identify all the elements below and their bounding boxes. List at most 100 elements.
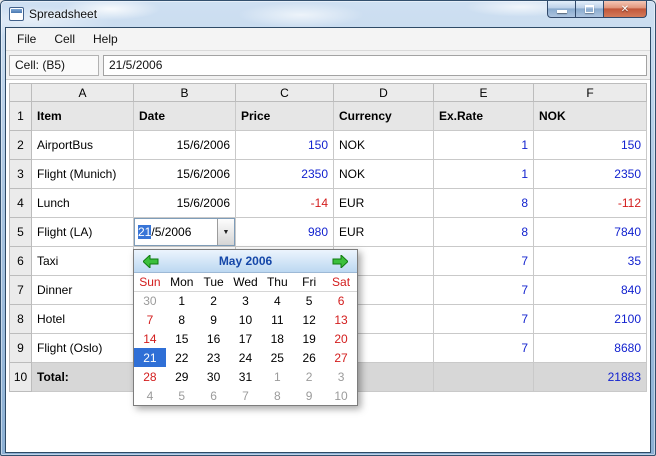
calendar-day-10-adjacent[interactable]: 10 <box>325 386 357 405</box>
calendar-day-16[interactable]: 16 <box>198 329 230 348</box>
calendar-day-4-adjacent[interactable]: 4 <box>134 386 166 405</box>
cell-F8[interactable]: 2100 <box>533 304 647 334</box>
cell-A5[interactable]: Flight (LA) <box>31 217 134 247</box>
menu-help[interactable]: Help <box>84 29 127 49</box>
calendar-day-30[interactable]: 30 <box>198 367 230 386</box>
prev-month-button[interactable] <box>139 252 163 271</box>
calendar-day-23[interactable]: 23 <box>198 348 230 367</box>
row-header-5[interactable]: 5 <box>9 217 32 247</box>
calendar-day-2-adjacent[interactable]: 2 <box>293 367 325 386</box>
calendar-day-19[interactable]: 19 <box>293 329 325 348</box>
calendar-day-1[interactable]: 1 <box>166 291 198 310</box>
next-month-button[interactable] <box>328 252 352 271</box>
cell-E7[interactable]: 7 <box>433 275 534 305</box>
row-header-4[interactable]: 4 <box>9 188 32 218</box>
col-header-F[interactable]: F <box>533 83 647 102</box>
cell-D2[interactable]: NOK <box>333 130 434 160</box>
col-header-D[interactable]: D <box>333 83 434 102</box>
row-header-6[interactable]: 6 <box>9 246 32 276</box>
calendar-day-8[interactable]: 8 <box>166 310 198 329</box>
cell-F10[interactable]: 21883 <box>533 362 647 392</box>
col-header-B[interactable]: B <box>133 83 236 102</box>
grid-corner[interactable] <box>9 83 32 102</box>
maximize-button[interactable] <box>576 1 604 18</box>
row-header-10[interactable]: 10 <box>9 362 32 392</box>
cell-E4[interactable]: 8 <box>433 188 534 218</box>
row-header-7[interactable]: 7 <box>9 275 32 305</box>
cell-E3[interactable]: 1 <box>433 159 534 189</box>
calendar-day-31[interactable]: 31 <box>230 367 262 386</box>
cell-F7[interactable]: 840 <box>533 275 647 305</box>
calendar-day-14[interactable]: 14 <box>134 329 166 348</box>
calendar-day-30-adjacent[interactable]: 30 <box>134 291 166 310</box>
cell-E9[interactable]: 7 <box>433 333 534 363</box>
cell-C1[interactable]: Price <box>235 101 334 131</box>
calendar-day-28[interactable]: 28 <box>134 367 166 386</box>
row-header-3[interactable]: 3 <box>9 159 32 189</box>
calendar-day-7-adjacent[interactable]: 7 <box>230 386 262 405</box>
calendar-day-26[interactable]: 26 <box>293 348 325 367</box>
cell-value-input[interactable] <box>103 54 647 76</box>
cell-B4[interactable]: 15/6/2006 <box>133 188 236 218</box>
cell-E2[interactable]: 1 <box>433 130 534 160</box>
cell-B5[interactable]: 21/5/2006 ▼ <box>133 217 236 247</box>
cell-B1[interactable]: Date <box>133 101 236 131</box>
calendar-day-5-adjacent[interactable]: 5 <box>166 386 198 405</box>
calendar-day-25[interactable]: 25 <box>261 348 293 367</box>
calendar-day-22[interactable]: 22 <box>166 348 198 367</box>
cell-A3[interactable]: Flight (Munich) <box>31 159 134 189</box>
col-header-A[interactable]: A <box>31 83 134 102</box>
cell-C2[interactable]: 150 <box>235 130 334 160</box>
calendar-day-11[interactable]: 11 <box>261 310 293 329</box>
cell-B3[interactable]: 15/6/2006 <box>133 159 236 189</box>
close-button[interactable]: ✕ <box>604 1 647 18</box>
calendar-day-3[interactable]: 3 <box>230 291 262 310</box>
cell-C4[interactable]: -14 <box>235 188 334 218</box>
calendar-day-24[interactable]: 24 <box>230 348 262 367</box>
calendar-day-2[interactable]: 2 <box>198 291 230 310</box>
cell-F4[interactable]: -112 <box>533 188 647 218</box>
row-header-1[interactable]: 1 <box>9 101 32 131</box>
calendar-day-27[interactable]: 27 <box>325 348 357 367</box>
minimize-button[interactable] <box>547 1 576 18</box>
menu-cell[interactable]: Cell <box>45 29 84 49</box>
cell-E5[interactable]: 8 <box>433 217 534 247</box>
cell-F5[interactable]: 7840 <box>533 217 647 247</box>
col-header-C[interactable]: C <box>235 83 334 102</box>
calendar-day-5[interactable]: 5 <box>293 291 325 310</box>
cell-F9[interactable]: 8680 <box>533 333 647 363</box>
cell-D1[interactable]: Currency <box>333 101 434 131</box>
calendar-day-17[interactable]: 17 <box>230 329 262 348</box>
calendar-day-7[interactable]: 7 <box>134 310 166 329</box>
calendar-day-12[interactable]: 12 <box>293 310 325 329</box>
calendar-day-10[interactable]: 10 <box>230 310 262 329</box>
cell-C5[interactable]: 980 <box>235 217 334 247</box>
cell-C3[interactable]: 2350 <box>235 159 334 189</box>
calendar-day-3-adjacent[interactable]: 3 <box>325 367 357 386</box>
calendar-day-21[interactable]: 21 <box>134 348 166 367</box>
calendar-day-18[interactable]: 18 <box>261 329 293 348</box>
cell-A2[interactable]: AirportBus <box>31 130 134 160</box>
cell-D4[interactable]: EUR <box>333 188 434 218</box>
calendar-day-15[interactable]: 15 <box>166 329 198 348</box>
cell-A10[interactable]: Total: <box>31 362 134 392</box>
cell-D3[interactable]: NOK <box>333 159 434 189</box>
cell-F6[interactable]: 35 <box>533 246 647 276</box>
cell-D5[interactable]: EUR <box>333 217 434 247</box>
cell-A9[interactable]: Flight (Oslo) <box>31 333 134 363</box>
calendar-day-13[interactable]: 13 <box>325 310 357 329</box>
cell-A4[interactable]: Lunch <box>31 188 134 218</box>
calendar-day-9-adjacent[interactable]: 9 <box>293 386 325 405</box>
calendar-day-29[interactable]: 29 <box>166 367 198 386</box>
cell-A8[interactable]: Hotel <box>31 304 134 334</box>
calendar-day-9[interactable]: 9 <box>198 310 230 329</box>
calendar-day-20[interactable]: 20 <box>325 329 357 348</box>
cell-F3[interactable]: 2350 <box>533 159 647 189</box>
cell-E8[interactable]: 7 <box>433 304 534 334</box>
cell-E10[interactable] <box>433 362 534 392</box>
calendar-day-8-adjacent[interactable]: 8 <box>261 386 293 405</box>
row-header-2[interactable]: 2 <box>9 130 32 160</box>
calendar-day-4[interactable]: 4 <box>261 291 293 310</box>
dropdown-button[interactable]: ▼ <box>217 219 234 245</box>
menu-file[interactable]: File <box>8 29 45 49</box>
